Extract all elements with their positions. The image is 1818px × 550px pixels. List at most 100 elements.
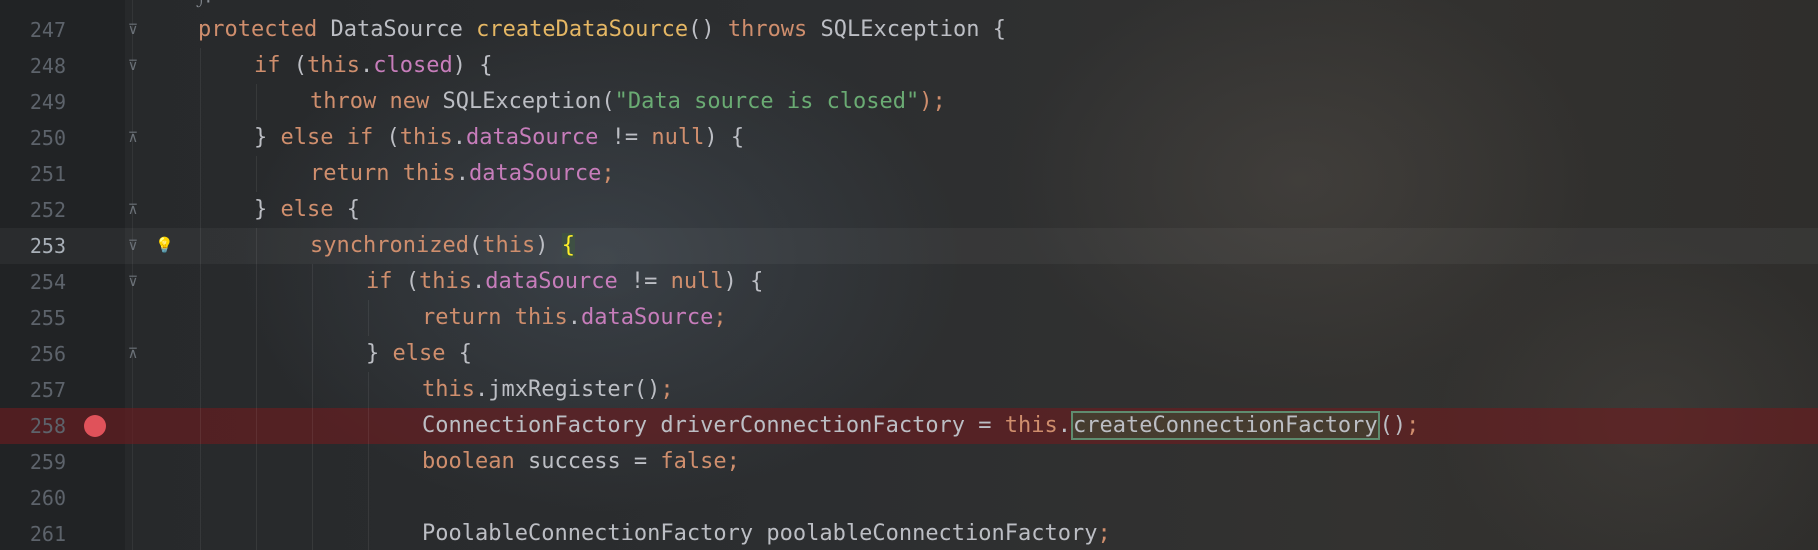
code-line[interactable]: 251 return this.dataSource; (0, 156, 1818, 192)
code-token: createDataSource (476, 17, 689, 42)
code-token: } (366, 341, 393, 366)
code-text[interactable]: } else { (254, 199, 360, 221)
code-token: this (307, 53, 360, 78)
code-token: . (567, 305, 581, 330)
code-line[interactable]: 259 boolean success = false; (0, 444, 1818, 480)
indent-guide (312, 516, 313, 550)
selected-method-name: createConnectionFactory (1071, 411, 1380, 440)
code-token: if (254, 53, 294, 78)
line-number[interactable]: 252 (0, 200, 66, 220)
code-token: DataSource (330, 17, 477, 42)
indent-guide (200, 300, 201, 336)
fold-close-icon[interactable]: ⊼ (125, 129, 141, 147)
indent-guide (368, 480, 369, 516)
fold-close-icon[interactable]: ⊼ (125, 201, 141, 219)
code-token: dataSource (465, 125, 599, 150)
line-number[interactable]: 261 (0, 524, 66, 544)
code-line[interactable]: 257 this.jmxRegister(); (0, 372, 1818, 408)
code-token: . (359, 53, 374, 78)
code-token: ) { (723, 269, 764, 294)
indent-guide (256, 228, 257, 264)
line-number[interactable]: 249 (0, 92, 66, 112)
fold-open-icon[interactable]: ⊽ (125, 57, 141, 75)
code-line[interactable]: 255 return this.dataSource; (0, 300, 1818, 336)
indent-guide (200, 264, 201, 300)
indent-guide (256, 300, 257, 336)
line-number[interactable]: 260 (0, 488, 66, 508)
code-token: null (651, 125, 705, 150)
indent-guide (256, 444, 257, 480)
indent-guide (256, 480, 257, 516)
code-token: PoolableConnectionFactory poolableConnec… (422, 521, 1098, 546)
line-number[interactable]: 248 (0, 56, 66, 76)
code-token: ) (535, 233, 562, 258)
code-line[interactable]: 248 ⊽ if (this.closed) { (0, 48, 1818, 84)
code-token: ConnectionFactory driverConnectionFactor… (422, 413, 1005, 438)
code-editor[interactable]: ℐ· 247 ⊽ protected DataSource createDataSo… (0, 0, 1818, 550)
indent-guide (200, 228, 201, 264)
code-text[interactable]: throw new SQLException("Data source is c… (310, 91, 946, 113)
line-number[interactable]: 254 (0, 272, 66, 292)
code-text[interactable]: } else { (366, 343, 472, 365)
code-line[interactable]: 261 PoolableConnectionFactory poolableCon… (0, 516, 1818, 550)
code-token: != (598, 125, 652, 150)
indent-guide (256, 336, 257, 372)
code-token: { (561, 233, 575, 258)
code-text[interactable]: if (this.closed) { (254, 55, 492, 77)
code-text[interactable]: return this.dataSource; (422, 307, 727, 329)
lightbulb-icon[interactable]: 💡 (155, 234, 174, 256)
code-token: else (392, 341, 459, 366)
code-token: ; (713, 305, 727, 330)
code-text[interactable]: synchronized(this) { (310, 233, 575, 258)
code-line[interactable]: 249 throw new SQLException("Data source i… (0, 84, 1818, 120)
line-number[interactable]: 251 (0, 164, 66, 184)
code-line[interactable]: 253 ⊽ 💡 synchronized(this) { (0, 228, 1818, 264)
code-token: dataSource (468, 161, 602, 186)
fold-open-icon[interactable]: ⊽ (125, 21, 141, 39)
code-token: this (482, 233, 536, 258)
indent-guide (200, 84, 201, 120)
code-line[interactable]: 247 ⊽ protected DataSource createDataSourc… (0, 12, 1818, 48)
fold-open-icon[interactable]: ⊽ (125, 273, 141, 291)
indent-guide (312, 444, 313, 480)
indent-guide (256, 264, 257, 300)
code-token: throw new (310, 89, 443, 114)
fold-open-icon[interactable]: ⊽ (125, 237, 141, 255)
code-line[interactable]: 258 ConnectionFactory driverConnectionFac… (0, 408, 1818, 444)
fold-close-icon[interactable]: ⊼ (125, 345, 141, 363)
line-number[interactable]: 258 (0, 416, 66, 436)
code-line[interactable]: 250 ⊼ } else if (this.dataSource != null) … (0, 120, 1818, 156)
indent-guide (368, 516, 369, 550)
breakpoint-icon[interactable] (84, 415, 106, 437)
code-line[interactable]: 252 ⊼ } else { (0, 192, 1818, 228)
code-text[interactable]: protected DataSource createDataSource() … (198, 19, 1006, 41)
code-text[interactable]: if (this.dataSource != null) { (366, 271, 763, 293)
line-number[interactable]: 259 (0, 452, 66, 472)
indent-guide (312, 300, 313, 336)
code-text[interactable]: return this.dataSource; (310, 163, 615, 185)
indent-guide (256, 516, 257, 550)
code-token: closed (373, 53, 453, 78)
line-number[interactable]: 257 (0, 380, 66, 400)
code-text[interactable]: boolean success = false; (422, 451, 740, 473)
code-text[interactable]: } else if (this.dataSource != null) { (254, 127, 744, 149)
code-line[interactable]: 260 (0, 480, 1818, 516)
code-text[interactable]: PoolableConnectionFactory poolableConnec… (422, 523, 1111, 545)
indent-guide (312, 480, 313, 516)
code-token: ( (386, 125, 400, 150)
line-number[interactable]: 253 (0, 236, 66, 256)
code-token: () (688, 17, 728, 42)
code-token: synchronized (310, 233, 469, 258)
code-token: ( (405, 269, 419, 294)
code-text[interactable]: ConnectionFactory driverConnectionFactor… (422, 411, 1419, 440)
indent-guide (200, 120, 201, 156)
code-text[interactable]: this.jmxRegister(); (422, 379, 674, 401)
code-token: ( (468, 233, 483, 258)
line-number[interactable]: 247 (0, 20, 66, 40)
code-line[interactable]: 254 ⊽ if (this.dataSource != null) { (0, 264, 1818, 300)
line-number[interactable]: 255 (0, 308, 66, 328)
indent-guide (256, 408, 257, 444)
line-number[interactable]: 256 (0, 344, 66, 364)
line-number[interactable]: 250 (0, 128, 66, 148)
code-line[interactable]: 256 ⊼ } else { (0, 336, 1818, 372)
